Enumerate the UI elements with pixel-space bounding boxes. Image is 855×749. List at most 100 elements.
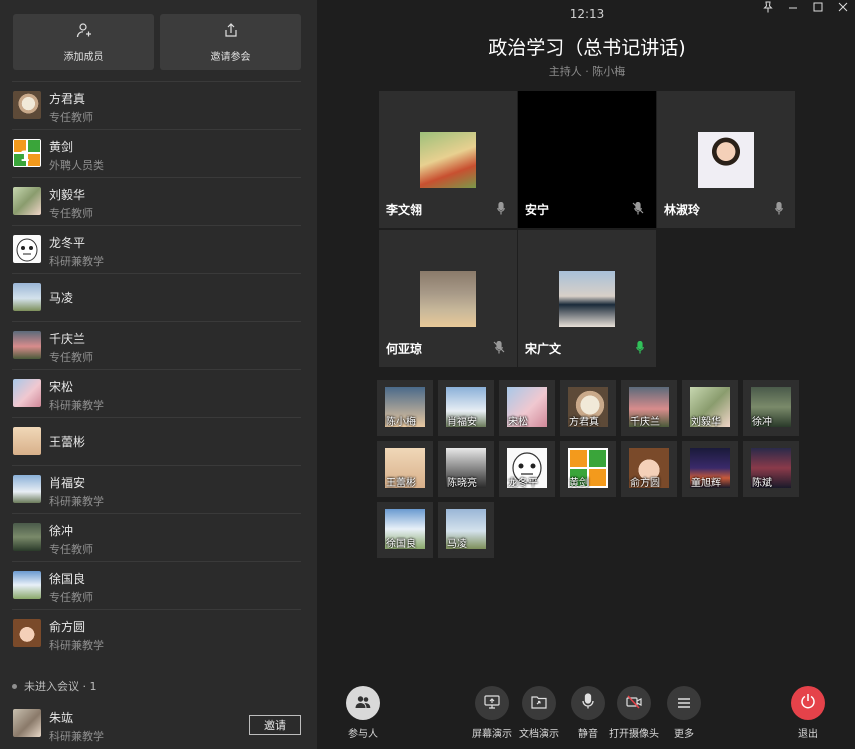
list-item[interactable]: 徐国良 专任教师 bbox=[12, 562, 301, 610]
participant-thumbnail[interactable]: 童旭辉 bbox=[682, 441, 738, 497]
member-name: 王蕾彬 bbox=[49, 435, 86, 449]
thumbnail-name: 童旭辉 bbox=[691, 478, 721, 489]
status-dot bbox=[12, 683, 17, 689]
participant-name: 宋广文 bbox=[525, 342, 562, 356]
participant-thumbnail[interactable]: 徐冲 bbox=[743, 380, 799, 436]
video-tile[interactable]: 何亚琼 bbox=[379, 230, 517, 367]
participant-name: 林淑玲 bbox=[664, 203, 701, 217]
member-name: 俞方圆 bbox=[49, 620, 86, 634]
invite-attendee-button[interactable]: 邀请参会 bbox=[160, 14, 301, 70]
avatar bbox=[13, 91, 41, 119]
list-item[interactable]: 俞方圆 科研兼教学 bbox=[12, 610, 301, 658]
mic-icon bbox=[582, 693, 594, 713]
thumbnail-name: 刘毅华 bbox=[691, 417, 721, 428]
list-item[interactable]: 刘毅华 专任教师 bbox=[12, 178, 301, 226]
not-joined-member: 朱竑 科研兼教学 邀请 bbox=[12, 703, 301, 747]
thumbnail-name: 方君真 bbox=[569, 417, 599, 428]
list-item[interactable]: 1 黄剑 外聘人员类 bbox=[12, 130, 301, 178]
avatar bbox=[13, 283, 41, 311]
pin-icon[interactable] bbox=[755, 0, 780, 14]
list-item[interactable]: 龙冬平 科研兼教学 bbox=[12, 226, 301, 274]
mic-muted-icon bbox=[497, 200, 505, 219]
mute-button[interactable]: 静音 bbox=[571, 686, 605, 740]
member-name: 黄剑 bbox=[49, 140, 74, 154]
close-icon[interactable] bbox=[830, 0, 855, 14]
list-item[interactable]: 王蕾彬 bbox=[12, 418, 301, 466]
more-button[interactable]: 更多 bbox=[667, 686, 701, 740]
avatar bbox=[13, 427, 41, 455]
avatar bbox=[420, 132, 476, 188]
participant-thumbnail[interactable]: 陈斌 bbox=[743, 441, 799, 497]
participant-thumbnail[interactable]: 宋松 bbox=[499, 380, 555, 436]
participant-thumbnail[interactable]: 徐国良 bbox=[377, 502, 433, 558]
participant-thumbnail[interactable]: 马凌 bbox=[438, 502, 494, 558]
power-icon bbox=[800, 693, 816, 713]
screen-share-button[interactable]: 屏幕演示 bbox=[472, 686, 512, 740]
list-item[interactable]: 宋松 科研兼教学 bbox=[12, 370, 301, 418]
meeting-host: 主持人 · 陈小梅 bbox=[548, 65, 626, 78]
participant-thumbnail[interactable]: 黄剑 bbox=[560, 441, 616, 497]
avatar bbox=[13, 523, 41, 551]
camera-button[interactable]: 打开摄像头 bbox=[609, 686, 659, 740]
participant-thumbnail[interactable]: 俞方圆 bbox=[621, 441, 677, 497]
minimize-icon[interactable] bbox=[780, 0, 805, 14]
participant-thumbnail[interactable]: 千庆兰 bbox=[621, 380, 677, 436]
doc-share-icon bbox=[531, 694, 547, 713]
video-tile[interactable]: 宋广文 bbox=[518, 230, 656, 367]
window-controls bbox=[755, 0, 855, 14]
avatar bbox=[13, 235, 41, 263]
list-item[interactable]: 马凌 bbox=[12, 274, 301, 322]
participant-thumbnail[interactable]: 陈晓亮 bbox=[438, 441, 494, 497]
participant-name: 李文翎 bbox=[386, 203, 423, 217]
thumbnail-name: 陈斌 bbox=[752, 478, 772, 489]
participant-thumbnail[interactable]: 刘毅华 bbox=[682, 380, 738, 436]
member-name: 肖福安 bbox=[49, 476, 86, 490]
participant-thumbnail[interactable]: 龙冬平 bbox=[499, 441, 555, 497]
exit-button[interactable]: 退出 bbox=[791, 686, 825, 740]
list-item[interactable]: 徐冲 专任教师 bbox=[12, 514, 301, 562]
participants-label: 参与人 bbox=[348, 729, 378, 740]
more-icon bbox=[677, 694, 691, 713]
member-list[interactable]: 科研兼教学 方君真 专任教师 1 黄剑 外聘人员类 刘毅华 专任教师 bbox=[0, 34, 317, 658]
list-item[interactable]: 千庆兰 专任教师 bbox=[12, 322, 301, 370]
thumbnail-name: 宋松 bbox=[508, 417, 528, 428]
participant-thumbnail[interactable]: 王蕾彬 bbox=[377, 441, 433, 497]
doc-share-label: 文档演示 bbox=[519, 729, 559, 740]
video-tile[interactable]: 李文翎 bbox=[379, 91, 517, 228]
thumbnail-name: 俞方圆 bbox=[630, 478, 660, 489]
list-item[interactable]: 肖福安 科研兼教学 bbox=[12, 466, 301, 514]
member-name: 方君真 bbox=[49, 92, 86, 106]
mic-muted-icon bbox=[632, 200, 644, 219]
thumbnail-name: 黄剑 bbox=[569, 478, 589, 489]
list-item[interactable]: 方君真 专任教师 bbox=[12, 82, 301, 130]
avatar bbox=[13, 475, 41, 503]
thumbnail-name: 徐国良 bbox=[386, 539, 416, 550]
member-name: 千庆兰 bbox=[49, 332, 86, 346]
doc-share-button[interactable]: 文档演示 bbox=[519, 686, 559, 740]
maximize-icon[interactable] bbox=[805, 0, 830, 14]
member-role: 科研兼教学 bbox=[49, 255, 104, 268]
not-joined-label: 未进入会议 · 1 bbox=[24, 680, 97, 693]
participants-button[interactable]: 参与人 bbox=[346, 686, 380, 740]
mic-muted-icon bbox=[775, 200, 783, 219]
invite-button[interactable]: 邀请 bbox=[249, 715, 301, 735]
thumbnail-name: 马凌 bbox=[447, 539, 467, 550]
avatar bbox=[13, 571, 41, 599]
avatar bbox=[698, 132, 754, 188]
video-tile[interactable]: 安宁 bbox=[518, 91, 656, 228]
member-name: 朱竑 bbox=[49, 711, 74, 725]
participant-thumbnail[interactable]: 肖福安 bbox=[438, 380, 494, 436]
add-member-button[interactable]: 添加成员 bbox=[13, 14, 154, 70]
member-name: 马凌 bbox=[49, 291, 74, 305]
thumbnail-name: 肖福安 bbox=[447, 417, 477, 428]
svg-text:1: 1 bbox=[20, 149, 30, 165]
video-tile[interactable]: 林淑玲 bbox=[657, 91, 795, 228]
member-role: 科研兼教学 bbox=[49, 399, 104, 412]
participant-thumbnail[interactable]: 陈小梅 bbox=[377, 380, 433, 436]
thumbnail-name: 陈小梅 bbox=[386, 417, 416, 428]
member-name: 徐国良 bbox=[49, 572, 86, 586]
add-member-label: 添加成员 bbox=[63, 51, 104, 63]
member-name: 刘毅华 bbox=[49, 188, 86, 202]
member-role: 专任教师 bbox=[49, 591, 93, 604]
participant-thumbnail[interactable]: 方君真 bbox=[560, 380, 616, 436]
